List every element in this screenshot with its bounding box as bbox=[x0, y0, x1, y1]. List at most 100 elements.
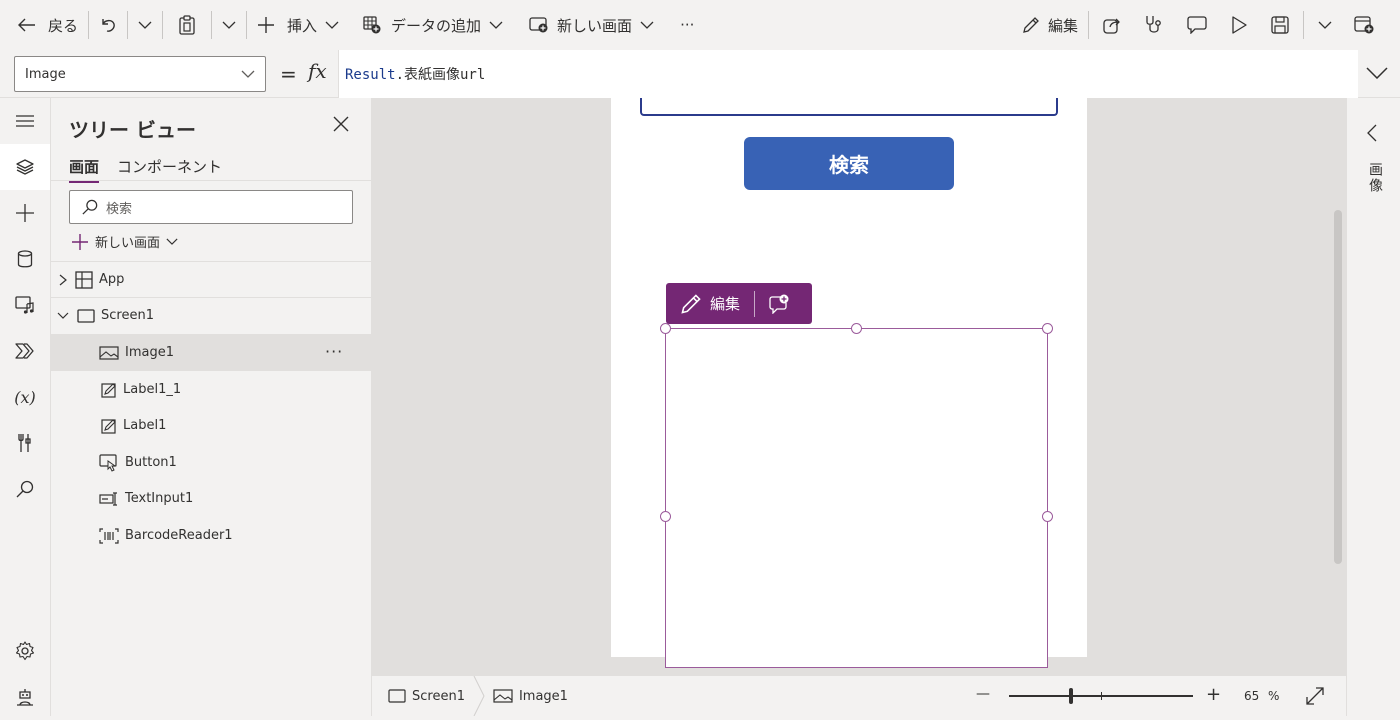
tree-view-button[interactable] bbox=[0, 144, 50, 190]
zoom-slider-thumb[interactable] bbox=[1069, 688, 1073, 704]
search-rail-button[interactable] bbox=[0, 466, 50, 512]
paste-button[interactable] bbox=[165, 0, 209, 50]
fit-to-window-button[interactable] bbox=[1306, 687, 1324, 709]
formula-input[interactable]: Result.表紙画像url bbox=[338, 50, 1358, 98]
tree-node-app[interactable]: App bbox=[51, 261, 371, 298]
formula-rest: .表紙画像url bbox=[395, 67, 486, 83]
settings-button[interactable] bbox=[0, 628, 50, 674]
edit-button[interactable]: 編集 bbox=[1014, 0, 1086, 50]
zoom-value: 65 bbox=[1244, 689, 1260, 703]
add-comment-button[interactable] bbox=[755, 283, 803, 324]
new-screen-label: 新しい画面 bbox=[557, 16, 633, 35]
undo-button[interactable] bbox=[91, 0, 125, 50]
image1-control[interactable] bbox=[660, 323, 1053, 668]
search-icon bbox=[16, 480, 34, 498]
save-dropdown-button[interactable] bbox=[1306, 0, 1344, 50]
data-button[interactable] bbox=[0, 236, 50, 282]
edit-toolbar: 編集 bbox=[666, 283, 812, 324]
tab-screens[interactable]: 画面 bbox=[69, 156, 100, 183]
resize-handle[interactable] bbox=[851, 323, 862, 334]
canvas-scrollbar[interactable] bbox=[1334, 210, 1342, 564]
play-icon bbox=[1232, 16, 1247, 34]
expand-formula-button[interactable] bbox=[1366, 64, 1388, 83]
app-screen[interactable]: 検索 編集 bbox=[611, 98, 1087, 668]
divider bbox=[51, 180, 371, 181]
toolbar-separator bbox=[1303, 11, 1304, 39]
more-commands-button[interactable]: ··· bbox=[662, 0, 702, 50]
tree-node-label1[interactable]: Label1 bbox=[51, 407, 371, 444]
resize-handle[interactable] bbox=[1042, 511, 1053, 522]
advanced-tools-button[interactable] bbox=[0, 420, 50, 466]
share-icon bbox=[1103, 18, 1120, 34]
toolbar-separator bbox=[246, 11, 248, 39]
gear-icon bbox=[15, 641, 35, 661]
insert-button[interactable]: 挿入 bbox=[249, 0, 347, 50]
tree-node-image1[interactable]: Image1 ··· bbox=[51, 334, 371, 371]
resize-handle[interactable] bbox=[660, 511, 671, 522]
comments-button[interactable] bbox=[1175, 0, 1219, 50]
tree-new-screen-button[interactable]: 新しい画面 bbox=[71, 232, 178, 251]
plus-icon bbox=[258, 17, 275, 33]
property-dropdown[interactable]: Image bbox=[14, 56, 266, 92]
properties-pane-collapsed: 画像 bbox=[1346, 98, 1400, 716]
close-tree-button[interactable] bbox=[333, 116, 349, 136]
paste-dropdown-button[interactable] bbox=[214, 0, 244, 50]
chevron-down-icon bbox=[1318, 21, 1332, 29]
edit-label: 編集 bbox=[1047, 16, 1078, 35]
toolbar-separator bbox=[127, 11, 129, 39]
tree-node-label: Screen1 bbox=[101, 308, 154, 323]
canvas-area: 検索 編集 bbox=[372, 98, 1346, 676]
breadcrumb-separator-icon bbox=[473, 676, 485, 716]
stethoscope-icon bbox=[1146, 16, 1161, 33]
comment-icon bbox=[1187, 16, 1207, 34]
tree-node-barcodereader1[interactable]: BarcodeReader1 bbox=[51, 517, 371, 554]
breadcrumb-image1[interactable]: Image1 bbox=[493, 689, 568, 704]
back-button[interactable]: 戻る bbox=[0, 0, 86, 50]
layers-icon bbox=[16, 159, 34, 175]
share-button[interactable] bbox=[1091, 0, 1133, 50]
add-data-button[interactable]: データの追加 bbox=[347, 0, 511, 50]
new-screen-button[interactable]: 新しい画面 bbox=[511, 0, 662, 50]
app-checker-button[interactable] bbox=[1133, 0, 1175, 50]
tree-node-label: Label1_1 bbox=[123, 382, 182, 397]
tree-node-screen1[interactable]: Screen1 bbox=[51, 297, 371, 334]
screen-icon bbox=[388, 689, 406, 703]
zoom-out-button[interactable]: — bbox=[976, 686, 990, 702]
hamburger-menu-button[interactable] bbox=[0, 98, 50, 144]
node-more-button[interactable]: ··· bbox=[325, 342, 343, 361]
text-input-control[interactable] bbox=[640, 98, 1058, 116]
table-add-icon bbox=[363, 16, 381, 34]
insert-rail-button[interactable] bbox=[0, 190, 50, 236]
power-automate-button[interactable] bbox=[0, 328, 50, 374]
tree-node-button1[interactable]: Button1 bbox=[51, 444, 371, 481]
save-icon bbox=[1271, 16, 1289, 34]
resize-handle[interactable] bbox=[660, 323, 671, 334]
search-button[interactable]: 検索 bbox=[744, 137, 954, 190]
preview-button[interactable] bbox=[1219, 0, 1259, 50]
tree-search-input[interactable]: 検索 bbox=[69, 190, 353, 224]
edit-image-button[interactable]: 編集 bbox=[666, 283, 754, 324]
image-icon bbox=[99, 345, 119, 360]
publish-button[interactable] bbox=[1344, 0, 1400, 50]
media-button[interactable] bbox=[0, 282, 50, 328]
back-label: 戻る bbox=[48, 16, 79, 35]
save-button[interactable] bbox=[1259, 0, 1301, 50]
tree-node-textinput1[interactable]: TextInput1 bbox=[51, 480, 371, 517]
chevron-right-icon bbox=[59, 274, 67, 285]
virtual-agent-button[interactable] bbox=[0, 674, 50, 720]
zoom-default-tick bbox=[1101, 692, 1102, 700]
close-icon bbox=[333, 116, 349, 132]
variables-button[interactable]: (x) bbox=[0, 374, 50, 420]
tree-view-panel: ツリー ビュー 画面 コンポーネント 検索 新しい画面 App Screen1 … bbox=[51, 98, 372, 716]
image-icon bbox=[493, 689, 513, 703]
resize-handle[interactable] bbox=[1042, 323, 1053, 334]
expand-properties-button[interactable] bbox=[1367, 124, 1377, 146]
clipboard-icon bbox=[179, 15, 195, 35]
more-label: ··· bbox=[680, 16, 695, 34]
pencil-icon bbox=[681, 293, 701, 314]
tree-node-label1-1[interactable]: Label1_1 bbox=[51, 371, 371, 408]
zoom-in-button[interactable]: + bbox=[1206, 684, 1221, 705]
breadcrumb-screen1[interactable]: Screen1 bbox=[388, 689, 465, 704]
undo-dropdown-button[interactable] bbox=[130, 0, 160, 50]
tab-components[interactable]: コンポーネント bbox=[117, 156, 222, 183]
